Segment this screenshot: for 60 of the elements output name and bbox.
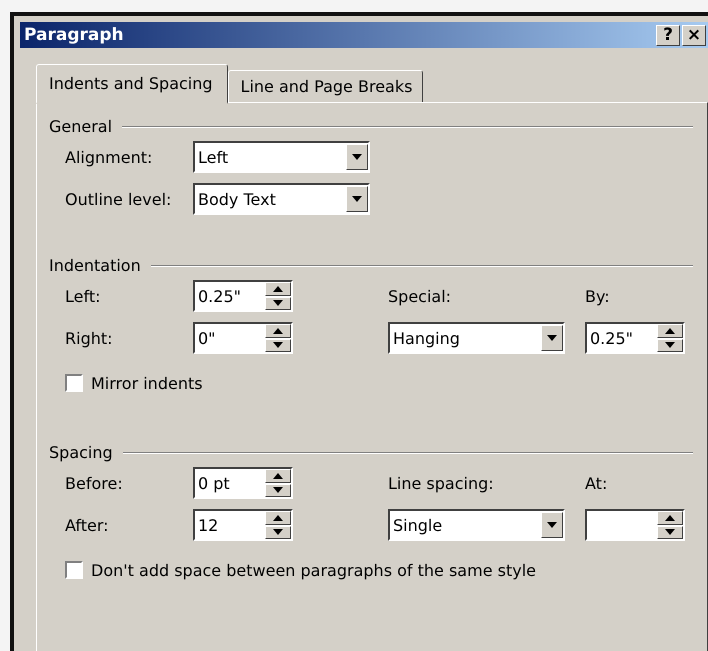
field-label: At: bbox=[585, 474, 608, 492]
up-arrow-icon bbox=[273, 286, 283, 292]
spin-down-button[interactable] bbox=[265, 338, 291, 352]
field-label: Before: bbox=[65, 474, 124, 492]
window-title: Paragraph bbox=[24, 25, 125, 45]
down-arrow-icon bbox=[665, 342, 675, 348]
field-label: Line spacing: bbox=[388, 474, 495, 492]
checkbox-label: Don't add space between paragraphs of the same style bbox=[91, 560, 536, 580]
spin-field[interactable]: 0.25" bbox=[585, 322, 685, 354]
spin-down-button[interactable] bbox=[265, 484, 291, 497]
up-arrow-icon bbox=[665, 514, 675, 521]
spin-field[interactable]: 12 bbox=[193, 509, 293, 541]
spin-down-button[interactable] bbox=[657, 526, 683, 539]
field-label: By: bbox=[585, 286, 611, 306]
spin-field[interactable]: 0" bbox=[193, 322, 293, 354]
field-label: After: bbox=[65, 516, 110, 534]
checkbox-label: Mirror indents bbox=[91, 374, 203, 392]
checkbox[interactable] bbox=[65, 561, 83, 579]
dropdown-arrow-icon bbox=[547, 335, 557, 341]
down-arrow-icon bbox=[273, 300, 283, 306]
down-arrow-icon bbox=[273, 487, 283, 494]
section-title: General bbox=[49, 117, 112, 136]
field-label: Special: bbox=[388, 286, 452, 306]
up-arrow-icon bbox=[273, 328, 283, 334]
spin-up-button[interactable] bbox=[657, 511, 683, 524]
up-arrow-icon bbox=[665, 328, 675, 334]
dropdown-arrow-icon bbox=[352, 154, 362, 160]
section-title: Spacing bbox=[49, 443, 113, 462]
field-label: Alignment: bbox=[65, 148, 154, 166]
section-title: Indentation bbox=[49, 256, 141, 275]
spin-down-button[interactable] bbox=[265, 296, 291, 310]
dropdown[interactable]: Single bbox=[388, 509, 565, 541]
spin-up-button[interactable] bbox=[265, 324, 291, 338]
dropdown-arrow-icon bbox=[352, 196, 362, 202]
close-button[interactable]: × bbox=[682, 24, 706, 46]
help-button[interactable]: ? bbox=[656, 24, 680, 46]
spin-down-button[interactable] bbox=[265, 526, 291, 539]
spin-up-button[interactable] bbox=[265, 469, 291, 482]
dropdown[interactable]: Hanging bbox=[388, 322, 565, 354]
field-label: Outline level: bbox=[65, 190, 172, 208]
checkbox[interactable] bbox=[65, 374, 83, 392]
spin-up-button[interactable] bbox=[657, 324, 683, 338]
spin-up-button[interactable] bbox=[265, 511, 291, 524]
tab[interactable]: Line and Page Breaks bbox=[228, 70, 424, 102]
field-label: Right: bbox=[65, 328, 114, 348]
dropdown-arrow-icon bbox=[547, 522, 557, 528]
spin-down-button[interactable] bbox=[657, 338, 683, 352]
spin-field[interactable]: 0.25" bbox=[193, 280, 293, 312]
dropdown[interactable]: Body Text bbox=[193, 183, 370, 215]
tab[interactable]: Indents and Spacing bbox=[36, 64, 228, 104]
spin-field[interactable]: 0 pt bbox=[193, 467, 293, 499]
dropdown[interactable]: Left bbox=[193, 141, 370, 173]
field-label: Left: bbox=[65, 286, 102, 306]
spin-up-button[interactable] bbox=[265, 282, 291, 296]
down-arrow-icon bbox=[273, 342, 283, 348]
spin-field[interactable] bbox=[585, 509, 685, 541]
down-arrow-icon bbox=[665, 529, 675, 536]
up-arrow-icon bbox=[273, 472, 283, 479]
up-arrow-icon bbox=[273, 514, 283, 521]
down-arrow-icon bbox=[273, 529, 283, 536]
